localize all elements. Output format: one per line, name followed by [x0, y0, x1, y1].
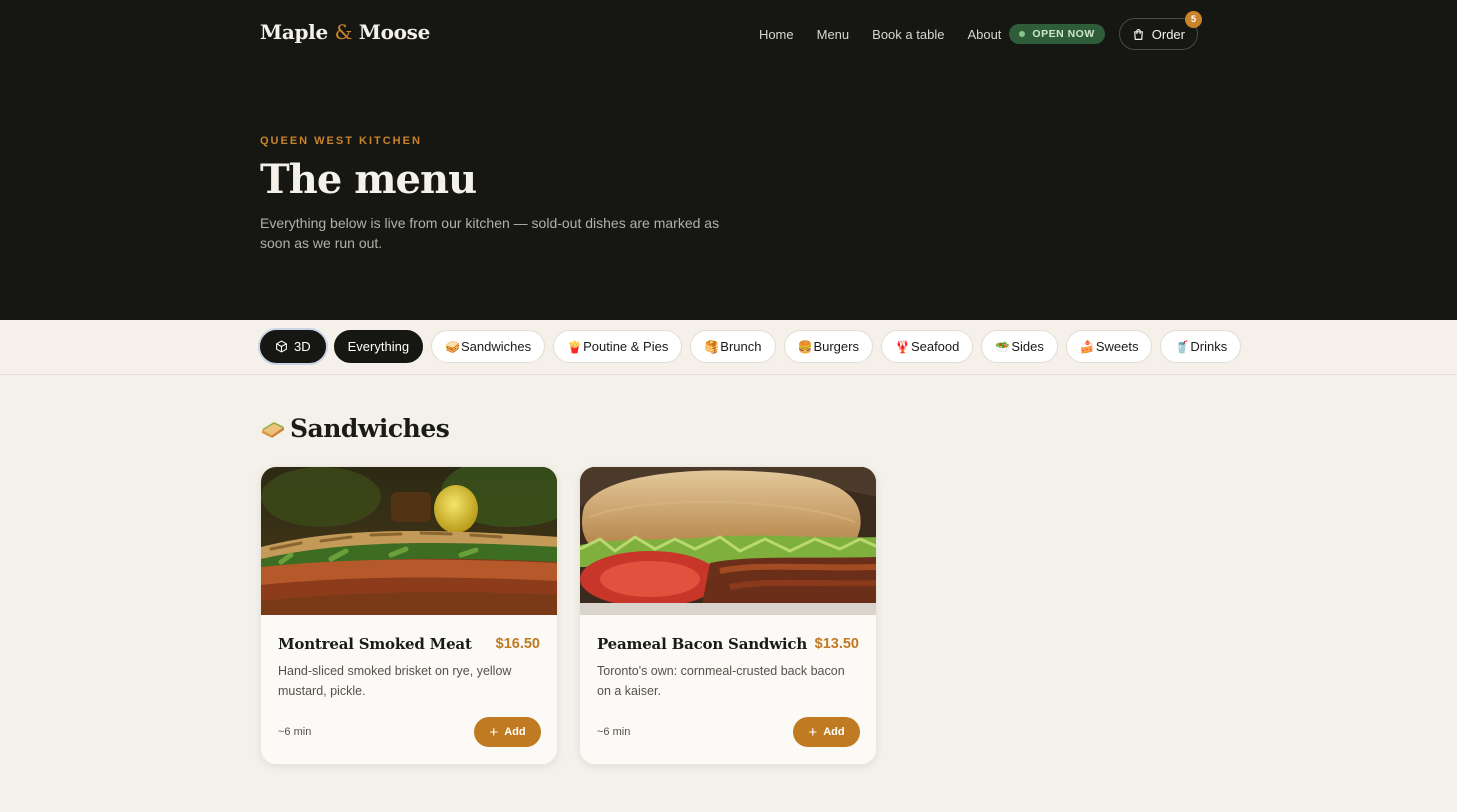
- menu-item-name: Peameal Bacon Sandwich: [597, 635, 808, 653]
- add-label: Add: [504, 726, 526, 738]
- hero-banner: Maple & Moose Home Menu Book a table Abo…: [0, 0, 1457, 320]
- chip-label: Sandwiches: [461, 339, 532, 354]
- chip-sides[interactable]: 🥗 Sides: [981, 330, 1058, 363]
- brand-name-part2: Moose: [358, 20, 431, 44]
- brand-logo[interactable]: Maple & Moose: [260, 20, 430, 44]
- category-chips: 3D Everything 🥪 Sandwiches 🍟 Poutine & P…: [260, 330, 1249, 363]
- menu-item-name: Montreal Smoked Meat: [278, 635, 472, 653]
- drink-icon: 🥤: [1174, 339, 1190, 354]
- pancakes-icon: 🥞: [704, 339, 720, 354]
- nav-link-book-table[interactable]: Book a table: [872, 27, 944, 42]
- page-title: The menu: [260, 156, 477, 203]
- cake-icon: 🍰: [1079, 339, 1095, 354]
- menu-item-description: Toronto's own: cornmeal-crusted back bac…: [597, 664, 845, 698]
- hero-eyebrow: QUEEN WEST KITCHEN: [260, 135, 422, 147]
- menu-item-price: $13.50: [814, 636, 859, 652]
- chip-poutine-pies[interactable]: 🍟 Poutine & Pies: [553, 330, 683, 363]
- top-nav: Maple & Moose Home Menu Book a table Abo…: [260, 11, 1202, 54]
- salad-icon: 🥗: [995, 339, 1011, 354]
- menu-item-description: Hand-sliced smoked brisket on rye, yello…: [278, 664, 512, 698]
- fries-icon: 🍟: [567, 339, 583, 354]
- chip-drinks[interactable]: 🥤 Drinks: [1160, 330, 1242, 363]
- nav-link-menu[interactable]: Menu: [817, 27, 850, 42]
- status-dot-icon: [1019, 31, 1026, 37]
- chip-label: Drinks: [1190, 339, 1228, 354]
- toggle-3d-label: 3D: [294, 339, 311, 354]
- chip-everything[interactable]: Everything: [333, 330, 424, 363]
- add-to-order-button[interactable]: + Add: [474, 717, 541, 747]
- menu-item-prep-time: ~6 min: [278, 726, 312, 738]
- chip-label: Brunch: [720, 339, 762, 354]
- chip-label: Seafood: [910, 339, 960, 354]
- chip-seafood[interactable]: 🦞 Seafood: [880, 330, 974, 363]
- add-to-order-button[interactable]: + Add: [793, 717, 860, 747]
- order-button[interactable]: Order 5: [1118, 11, 1202, 50]
- menu-item-photo: [261, 467, 557, 615]
- order-label: Order: [1151, 26, 1185, 42]
- plus-icon: +: [808, 723, 818, 741]
- menu-item-photo: [580, 467, 876, 615]
- nav-links: Home Menu Book a table About OPEN NOW Or…: [759, 11, 1202, 54]
- chip-label: Everything: [347, 339, 410, 354]
- shopping-bag-icon: [1133, 28, 1143, 40]
- menu-item-prep-time: ~6 min: [597, 726, 631, 738]
- chip-burgers[interactable]: 🍔 Burgers: [783, 330, 873, 363]
- menu-item-price: $16.50: [495, 636, 540, 652]
- brand-name-part1: Maple: [260, 20, 328, 44]
- lobster-icon: 🦞: [894, 339, 910, 354]
- sandwich-icon: 🥪: [445, 339, 460, 354]
- toggle-3d-button[interactable]: 3D: [260, 330, 326, 363]
- chip-label: Poutine & Pies: [583, 339, 669, 354]
- cube-icon: [276, 340, 287, 353]
- chip-label: Sides: [1011, 339, 1044, 354]
- open-status-text: OPEN NOW: [1032, 28, 1095, 40]
- chip-label: Sweets: [1095, 339, 1139, 354]
- order-count-badge: 5: [1185, 11, 1202, 28]
- chip-label: Burgers: [813, 339, 859, 354]
- plus-icon: +: [489, 723, 499, 741]
- sandwich-icon: [262, 421, 284, 438]
- chip-brunch[interactable]: 🥞 Brunch: [690, 330, 776, 363]
- section-title-text: Sandwiches: [290, 414, 450, 443]
- chip-sweets[interactable]: 🍰 Sweets: [1065, 330, 1153, 363]
- brand-ampersand: &: [334, 20, 353, 44]
- nav-link-about[interactable]: About: [967, 27, 1001, 42]
- burger-icon: 🍔: [797, 339, 813, 354]
- nav-link-home[interactable]: Home: [759, 27, 794, 42]
- category-filter-bar: 3D Everything 🥪 Sandwiches 🍟 Poutine & P…: [0, 320, 1457, 375]
- add-label: Add: [823, 726, 845, 738]
- hero-subtitle: Everything below is live from our kitche…: [260, 215, 720, 251]
- chip-sandwiches[interactable]: 🥪 Sandwiches: [431, 330, 546, 363]
- menu-item-card[interactable]: Montreal Smoked Meat $16.50 Hand-sliced …: [260, 466, 558, 765]
- menu-item-card[interactable]: Peameal Bacon Sandwich $13.50 Toronto's …: [579, 466, 877, 765]
- section-title-sandwiches: Sandwiches: [260, 414, 450, 443]
- open-status-badge: OPEN NOW: [1009, 24, 1105, 44]
